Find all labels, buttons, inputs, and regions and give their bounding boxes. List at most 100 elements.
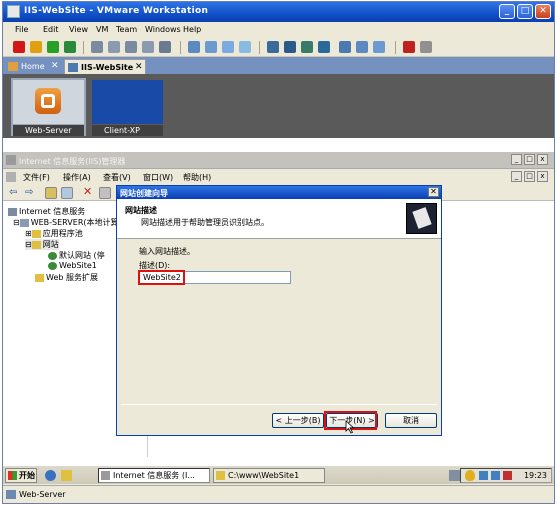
alert-icon[interactable] [503, 471, 512, 480]
task-iis-manager[interactable]: Internet 信息服务 (I... [98, 468, 210, 483]
title-bar: IIS-WebSite - VMware Workstation _ □ ✕ [3, 2, 554, 22]
unity-icon[interactable] [356, 41, 368, 53]
globe-icon [48, 261, 57, 270]
power-on-icon[interactable] [47, 41, 59, 53]
iis-menu-view[interactable]: 查看(V) [103, 172, 131, 183]
website-wizard-dialog: 网站创建向导 ✕ 网站描述 网站描述用于帮助管理员识别站点。 输入网站描述。 描… [116, 185, 442, 436]
menu-file[interactable]: File [15, 25, 28, 34]
menu-windows[interactable]: Windows [145, 25, 181, 34]
tab-iis-website[interactable]: IIS-WebSite ✕ [64, 59, 146, 74]
ie-icon[interactable] [45, 470, 56, 481]
status-text: Web-Server [19, 490, 66, 499]
task-label: C:\www\WebSite1 [228, 471, 300, 480]
tree-item-default-site[interactable]: 默认网站 (停 [48, 250, 105, 261]
start-button[interactable]: 开始 [5, 468, 37, 483]
dialog-heading: 网站描述 [125, 206, 157, 215]
replay-icon[interactable] [420, 41, 432, 53]
thumbnail-icon[interactable] [373, 41, 385, 53]
tree-label: Web 服务扩展 [46, 273, 98, 282]
tree-item-website1[interactable]: WebSite1 [48, 261, 97, 270]
tab-home-close-icon[interactable]: ✕ [51, 61, 59, 71]
thumbnail-web-server[interactable]: Web-Server [11, 78, 86, 136]
close-button[interactable]: ✕ [535, 4, 551, 19]
clone-icon[interactable] [142, 41, 154, 53]
dialog-prompt: 输入网站描述。 [139, 247, 195, 256]
iis-menu-action[interactable]: 操作(A) [63, 172, 91, 183]
iis-menu-window[interactable]: 窗口(W) [143, 172, 173, 183]
network-icon[interactable] [479, 471, 488, 480]
explorer-icon[interactable] [61, 470, 72, 481]
record-icon[interactable] [403, 41, 415, 53]
connect-icon[interactable] [222, 41, 234, 53]
folder-icon [31, 229, 41, 238]
quick-switch-icon[interactable] [284, 41, 296, 53]
suspend-icon[interactable] [30, 41, 42, 53]
dialog-close-button[interactable]: ✕ [428, 187, 439, 197]
menu-team[interactable]: Team [116, 25, 137, 34]
delete-icon[interactable]: ✕ [83, 185, 92, 198]
up-folder-icon[interactable] [45, 187, 57, 199]
vmware-app-icon [7, 5, 20, 18]
power-off-icon[interactable] [13, 41, 25, 53]
speaker-icon[interactable] [449, 470, 460, 481]
snapshot-icon[interactable] [91, 41, 103, 53]
tree-item-web-extensions[interactable]: Web 服务扩展 [35, 272, 98, 283]
network2-icon[interactable] [491, 471, 500, 480]
cancel-button[interactable]: 取消 [385, 413, 437, 428]
folder-task-icon [216, 471, 225, 480]
tab-iis-website-close-icon[interactable]: ✕ [135, 62, 143, 72]
sidebar-icon[interactable] [267, 41, 279, 53]
home-icon [8, 62, 18, 71]
properties-icon[interactable] [99, 187, 111, 199]
windows-logo-icon [8, 471, 17, 480]
tree-item-web-server[interactable]: ⊟ WEB-SERVER(本地计算 [13, 217, 119, 228]
client-xp-preview [92, 80, 163, 124]
tree-label: WEB-SERVER(本地计算 [30, 218, 119, 227]
vm-thumbnail-bar: Web-Server Client-XP [3, 74, 554, 138]
back-button[interactable]: < 上一步(B) [272, 413, 324, 428]
tree-label: WebSite1 [59, 261, 97, 270]
dialog-title-bar: 网站创建向导 ✕ [117, 186, 441, 199]
tree-item-app-pools[interactable]: ⊞ 应用程序池 [25, 228, 83, 239]
iis-maximize-button[interactable]: □ [524, 154, 535, 165]
lan-segment-icon[interactable] [205, 41, 217, 53]
iis-close-button[interactable]: x [537, 154, 548, 165]
thumbnail-client-xp[interactable]: Client-XP [90, 78, 165, 136]
window-title: IIS-WebSite - VMware Workstation [24, 6, 209, 16]
iis-minimize-button[interactable]: _ [511, 154, 522, 165]
tree-item-websites[interactable]: ⊟ 网站 [25, 239, 59, 250]
iis-menu-file[interactable]: 文件(F) [23, 172, 50, 183]
capture-icon[interactable] [159, 41, 171, 53]
show-tree-icon[interactable] [61, 187, 73, 199]
computer-icon [19, 218, 29, 227]
task-explorer-website1[interactable]: C:\www\WebSite1 [213, 468, 325, 483]
guest-taskbar: 开始 Internet 信息服务 (I... C:\www\WebSite1 1… [3, 465, 554, 484]
menu-help[interactable]: Help [183, 25, 201, 34]
minimize-button[interactable]: _ [499, 4, 515, 19]
iis-inner-restore-button[interactable]: □ [524, 171, 535, 182]
dialog-subheading: 网站描述用于帮助管理员识别站点。 [141, 218, 269, 227]
shield-icon[interactable] [465, 470, 475, 481]
console-icon[interactable] [318, 41, 330, 53]
back-arrow-icon[interactable]: ⇦ [9, 187, 17, 198]
thumbnail-web-server-label: Web-Server [13, 125, 84, 136]
reset-icon[interactable] [64, 41, 76, 53]
iis-menu-help[interactable]: 帮助(H) [183, 172, 211, 183]
iis-inner-minimize-button[interactable]: _ [511, 171, 522, 182]
snapshot-manager-icon[interactable] [125, 41, 137, 53]
vmware-window: IIS-WebSite - VMware Workstation _ □ ✕ F… [2, 1, 555, 504]
tab-home[interactable]: Home ✕ [5, 59, 61, 74]
forward-arrow-icon[interactable]: ⇨ [25, 187, 33, 198]
full-screen-icon[interactable] [339, 41, 351, 53]
summary-icon[interactable] [301, 41, 313, 53]
revert-icon[interactable] [108, 41, 120, 53]
disconnect-icon[interactable] [239, 41, 251, 53]
maximize-button[interactable]: □ [517, 4, 533, 19]
menu-edit[interactable]: Edit [43, 25, 59, 34]
tree-item-internet-info-services[interactable]: Internet 信息服务 [8, 206, 85, 217]
team-icon[interactable] [188, 41, 200, 53]
dialog-separator [121, 404, 437, 405]
iis-inner-close-button[interactable]: x [537, 171, 548, 182]
menu-vm[interactable]: VM [96, 25, 108, 34]
menu-view[interactable]: View [69, 25, 88, 34]
